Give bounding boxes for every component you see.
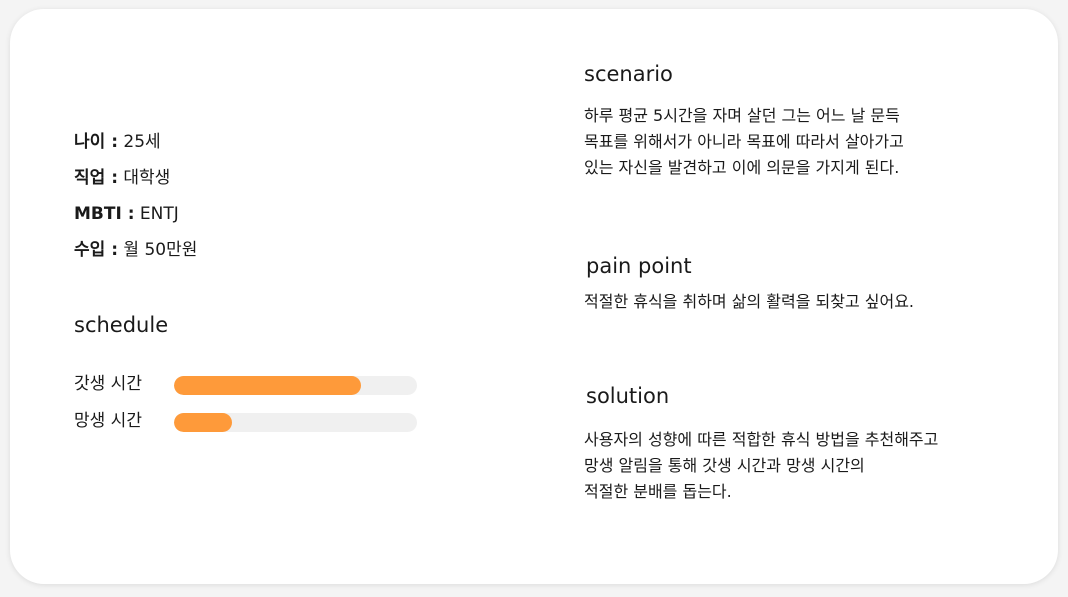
job-label: 직업 :	[74, 168, 118, 188]
age-label: 나이 :	[74, 132, 118, 152]
scenario-line: 하루 평균 5시간을 자며 살던 그는 어느 날 문득	[584, 106, 900, 125]
pain-point-title: pain point	[586, 254, 692, 278]
profile-income: 수입 : 월 50만원	[74, 239, 197, 275]
profile-info: 나이 : 25세 직업 : 대학생 MBTI : ENTJ 수입 : 월 50만…	[74, 131, 197, 275]
solution-line: 사용자의 성향에 따른 적합한 휴식 방법을 추천해주고	[584, 430, 939, 449]
solution-line: 적절한 분배를 돕는다.	[584, 482, 732, 501]
schedule-row-productive: 갓생 시간	[74, 372, 434, 396]
income-value: 월 50만원	[123, 240, 198, 260]
schedule-row-idle: 망생 시간	[74, 409, 434, 433]
schedule-fill-productive	[174, 376, 362, 395]
solution-line: 망생 알림을 통해 갓생 시간과 망생 시간의	[584, 456, 865, 475]
mbti-label: MBTI :	[74, 204, 135, 224]
profile-job: 직업 : 대학생	[74, 167, 197, 203]
profile-age: 나이 : 25세	[74, 131, 197, 167]
income-label: 수입 :	[74, 240, 118, 260]
scenario-body: 하루 평균 5시간을 자며 살던 그는 어느 날 문득 목표를 위해서가 아니라…	[584, 103, 1024, 181]
solution-body: 사용자의 성향에 따른 적합한 휴식 방법을 추천해주고 망생 알림을 통해 갓…	[584, 427, 1024, 505]
scenario-line: 있는 자신을 발견하고 이에 의문을 가지게 된다.	[584, 158, 900, 177]
scenario-line: 목표를 위해서가 아니라 목표에 따라서 살아가고	[584, 132, 904, 151]
age-value: 25세	[123, 132, 161, 152]
profile-mbti: MBTI : ENTJ	[74, 203, 197, 239]
schedule-track-idle	[174, 413, 417, 432]
schedule-title: schedule	[74, 313, 169, 337]
schedule-label-productive: 갓생 시간	[74, 374, 142, 394]
scenario-title: scenario	[584, 62, 673, 86]
mbti-value: ENTJ	[139, 204, 179, 224]
schedule-label-idle: 망생 시간	[74, 411, 142, 431]
pain-point-body: 적절한 휴식을 취하며 삶의 활력을 되찾고 싶어요.	[584, 289, 1024, 315]
schedule-fill-idle	[174, 413, 233, 432]
schedule-track-productive	[174, 376, 417, 395]
job-value: 대학생	[123, 168, 171, 188]
solution-title: solution	[586, 384, 670, 408]
pain-point-line: 적절한 휴식을 취하며 삶의 활력을 되찾고 싶어요.	[584, 292, 915, 311]
